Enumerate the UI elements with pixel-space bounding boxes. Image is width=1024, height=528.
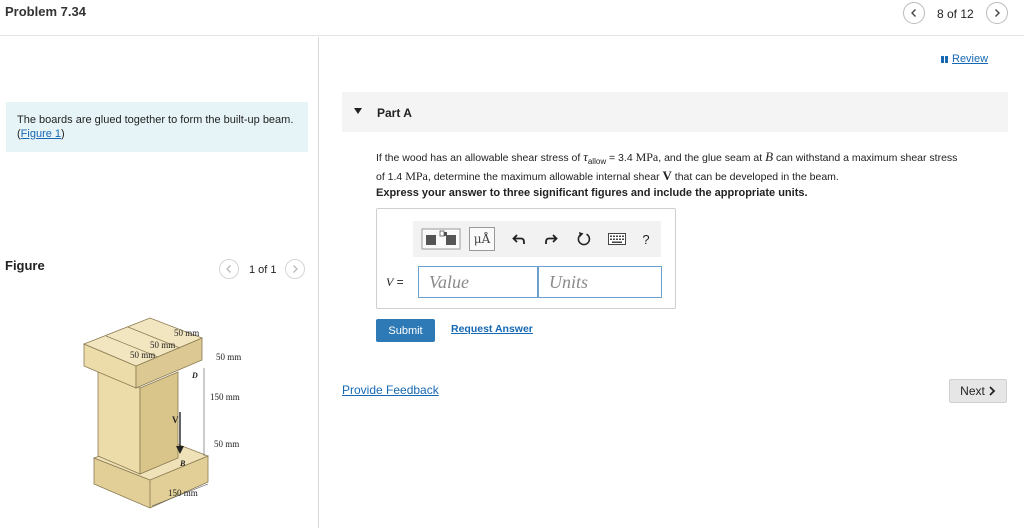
instruction-text: Express your answer to three significant… <box>376 187 808 199</box>
dim-bottom-flange-thickness: 50 mm <box>214 439 239 449</box>
answer-equals: = <box>393 275 404 289</box>
beam-figure: 50 mm 50 mm 50 mm 50 mm 150 mm 50 mm 150… <box>82 317 241 509</box>
intro-text: The boards are glued together to form th… <box>17 114 294 126</box>
top-bar: Problem 7.34 8 of 12 <box>0 0 1024 36</box>
tau-subscript: allow <box>587 157 607 167</box>
redo-icon <box>545 234 558 244</box>
question-text-segment: , and the glue seam at <box>658 152 766 164</box>
question-text-segment: , determine the maximum allowable intern… <box>427 171 663 184</box>
value-input[interactable] <box>418 266 538 298</box>
figure-link-close: ) <box>61 128 65 140</box>
label-point-d: D <box>191 371 198 380</box>
review-label: Review <box>952 53 989 65</box>
undo-icon <box>512 234 525 244</box>
request-answer-link[interactable]: Request Answer <box>451 323 533 335</box>
reset-icon <box>577 232 591 246</box>
label-point-b: B <box>179 459 186 468</box>
point-b-symbol: B <box>765 149 774 164</box>
chevron-right-icon <box>989 386 996 396</box>
dim-web-height: 150 mm <box>210 392 240 402</box>
question-text-segment: = 3.4 <box>606 152 636 164</box>
figure-count: 1 of 1 <box>249 264 277 276</box>
template-icon <box>421 228 461 250</box>
dim-flange-thickness: 50 mm <box>216 352 241 362</box>
caret-down-icon <box>354 108 362 114</box>
column-divider <box>318 37 319 528</box>
chevron-left-icon <box>226 265 231 273</box>
dim-top-width-3: 50 mm <box>130 350 155 360</box>
next-figure-button[interactable] <box>285 259 305 279</box>
provide-feedback-link[interactable]: Provide Feedback <box>342 383 439 397</box>
question-text-segment: If the wood has an allowable shear stres… <box>376 152 584 164</box>
problem-intro: The boards are glued together to form th… <box>6 102 308 152</box>
chevron-right-icon <box>293 265 298 273</box>
next-button[interactable]: Next <box>949 379 1007 403</box>
undo-button[interactable] <box>509 227 529 251</box>
next-label: Next <box>960 384 985 398</box>
review-icon <box>941 55 948 63</box>
chevron-left-icon <box>911 9 916 17</box>
part-title: Part A <box>377 106 412 120</box>
question-text-segment: of 1.4 <box>376 171 406 184</box>
figure-label: Figure <box>5 258 45 273</box>
figure-link[interactable]: Figure 1 <box>21 128 61 140</box>
dim-top-width-1: 50 mm <box>174 328 199 338</box>
help-button[interactable]: ? <box>637 227 655 251</box>
keyboard-button[interactable] <box>606 227 628 251</box>
part-a-header[interactable]: Part A <box>342 92 1008 132</box>
dim-top-width-2: 50 mm <box>150 340 175 350</box>
units-input[interactable] <box>538 266 662 298</box>
answer-variable-label: V = <box>386 275 404 290</box>
problem-count: 8 of 12 <box>937 7 974 21</box>
previous-figure-button[interactable] <box>219 259 239 279</box>
figure-link-line: (Figure 1) <box>17 127 308 141</box>
review-link[interactable]: Review <box>941 53 988 65</box>
keyboard-icon <box>608 233 626 245</box>
unit-mpa: MPa <box>405 169 428 184</box>
unit-mpa: MPa <box>635 150 659 164</box>
units-symbol-button[interactable]: μÅ <box>469 227 495 251</box>
problem-title: Problem 7.34 <box>5 4 86 19</box>
template-button[interactable] <box>420 227 462 251</box>
redo-button[interactable] <box>541 227 561 251</box>
question-text-segment: that can be developed in the beam. <box>671 171 839 184</box>
previous-problem-button[interactable] <box>903 2 925 24</box>
question-text: If the wood has an allowable shear stres… <box>376 150 1016 184</box>
question-line-1: If the wood has an allowable shear stres… <box>376 150 1016 169</box>
reset-button[interactable] <box>573 227 595 251</box>
answer-panel: μÅ ? V = <box>376 208 676 309</box>
math-toolbar: μÅ ? <box>413 221 661 257</box>
question-line-2: of 1.4 MPa, determine the maximum allowa… <box>376 169 1016 184</box>
submit-button[interactable]: Submit <box>376 319 435 342</box>
label-shear-v: V <box>172 415 179 425</box>
chevron-right-icon <box>995 9 1000 17</box>
shear-symbol: V <box>662 168 672 184</box>
next-problem-button[interactable] <box>986 2 1008 24</box>
question-text-segment: can withstand a maximum shear stress <box>773 152 958 164</box>
